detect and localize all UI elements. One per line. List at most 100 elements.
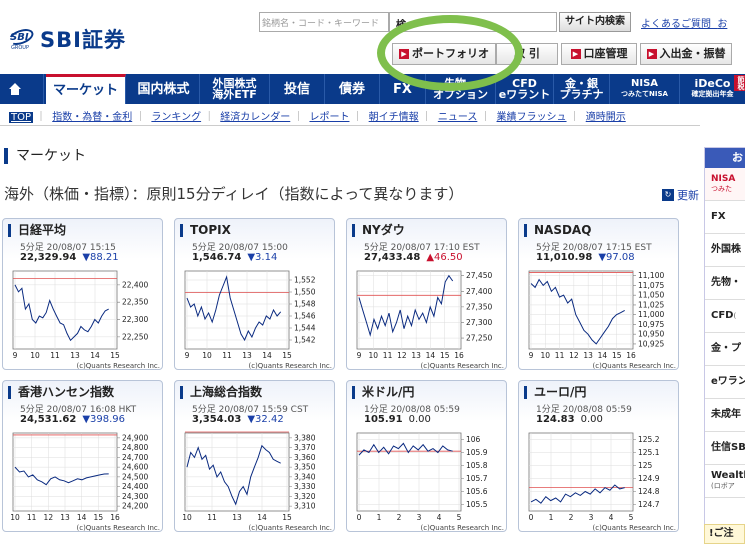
x-tick-label: 1 [377, 513, 382, 522]
nav-funds[interactable]: 投信 [270, 74, 325, 104]
subnav-economic-calendar[interactable]: 経済カレンダー [220, 112, 290, 123]
nav-market[interactable]: マーケット [46, 74, 126, 104]
chart-credit: (c)Quants Research Inc. [592, 524, 676, 531]
chart-card[interactable]: NASDAQ 5分足 20/08/07 17:15 EST 11,010.98 ▼97… [518, 218, 679, 370]
y-tick-label: 124.8 [638, 487, 660, 496]
x-tick-label: 12 [44, 513, 54, 522]
divider [0, 125, 700, 126]
right-item-gold[interactable]: 金・プ [705, 333, 745, 366]
chart-change: ▼97.08 [598, 252, 635, 263]
account-management-button[interactable]: ▶ 口座管理 [561, 43, 637, 65]
chart-card[interactable]: TOPIX 5分足 20/08/07 15:00 1,546.74 ▼3.14 9 10 1… [174, 218, 335, 370]
nav-bonds[interactable]: 債券 [325, 74, 380, 104]
y-tick-label: 24,300 [122, 492, 148, 501]
chart-change: ▲46.50 [426, 252, 463, 263]
x-tick-label: 12 [569, 351, 579, 360]
faq-link[interactable]: よくあるご質問 お [641, 15, 727, 30]
x-tick-label: 16 [110, 513, 120, 522]
y-tick-label: 11,000 [638, 310, 664, 319]
y-tick-label: 3,380 [294, 433, 316, 442]
chart-plot: 0 1 2 3 4 5 105.5 105.6 105.7 105.8 105.9 106 (c)Qua… [356, 432, 504, 531]
y-tick-label: 1,546 [294, 312, 316, 321]
x-tick-label: 15 [282, 513, 292, 522]
chart-card[interactable]: ユーロ/円 1分足 20/08/08 05:59 124.83 0.00 0 1 2 3 4 5 1… [518, 380, 679, 532]
chart-title: 香港ハンセン指数 [8, 386, 114, 399]
chart-card[interactable]: NYダウ 5分足 20/08/07 17:10 EST 27,433.48 ▲46.5… [346, 218, 507, 370]
y-tick-label: 125.1 [638, 448, 660, 457]
subnav-news[interactable]: ニュース [438, 112, 478, 123]
chart-credit: (c)Quants Research Inc. [76, 524, 160, 531]
chart-current-value: 11,010.98 [536, 252, 593, 263]
subnav-earnings-flash[interactable]: 業績フラッシュ [497, 112, 567, 123]
deposit-transfer-button[interactable]: ▶ 入出金・振替 [640, 43, 732, 65]
chart-title: 日経平均 [8, 224, 66, 237]
chart-change: 0.00 [580, 414, 603, 425]
right-item-foreign-stocks[interactable]: 外国株 [705, 234, 745, 267]
x-tick-label: 4 [609, 513, 614, 522]
y-tick-label: 105.6 [466, 487, 488, 496]
right-item-cfd[interactable]: CFD( [705, 300, 745, 333]
chart-credit: (c)Quants Research Inc. [420, 524, 504, 531]
chart-change: ▼88.21 [82, 252, 119, 263]
y-tick-label: 10,950 [638, 330, 664, 339]
x-tick-label: 5 [457, 513, 462, 522]
right-item-nisa[interactable]: NISA つみた [705, 168, 745, 201]
sbi-logo[interactable]: SBI GROUP SBI証券 [6, 24, 126, 54]
right-item-ewarrant[interactable]: eワラン [705, 366, 745, 399]
y-tick-label: 22,250 [122, 332, 148, 341]
subnav-ranking[interactable]: ランキング [151, 112, 201, 123]
y-tick-label: 27,300 [466, 318, 492, 327]
chart-card[interactable]: 香港ハンセン指数 5分足 20/08/07 16:08 HKT 24,531.62 ▼… [2, 380, 163, 532]
chart-card[interactable]: 米ドル/円 1分足 20/08/08 05:59 105.91 0.00 0 1 2 3 4 5 1… [346, 380, 507, 532]
x-tick-label: 11 [27, 513, 37, 522]
subnav-top[interactable]: TOP [9, 112, 34, 123]
x-tick-label: 9 [529, 351, 534, 360]
sub-nav: TOP ｜ 指数・為替・金利｜ ランキング｜ 経済カレンダー｜ レポート｜ 朝イチ… [9, 112, 626, 123]
chart-change: ▼3.14 [247, 252, 278, 263]
subnav-timely-disclosure[interactable]: 適時開示 [586, 112, 626, 123]
x-tick-label: 14 [426, 351, 436, 360]
x-tick-label: 10 [182, 513, 192, 522]
subnav-morning-info[interactable]: 朝イチ情報 [369, 112, 419, 123]
nav-cfd[interactable]: CFD eワラント [496, 74, 554, 104]
y-tick-label: 22,350 [122, 298, 148, 307]
nav-home[interactable] [0, 74, 44, 104]
chart-card[interactable]: 日経平均 5分足 20/08/07 15:15 22,329.94 ▼88.21 9 10… [2, 218, 163, 370]
nav-ideco[interactable]: iDeCo 確定拠出年金 節税 [680, 74, 745, 104]
chart-current-value: 22,329.94 [20, 252, 77, 263]
y-tick-label: 1,548 [294, 300, 316, 309]
search-input[interactable]: 銘柄名・コード・キーワード [259, 12, 389, 32]
x-tick-label: 13 [242, 351, 252, 360]
refresh-button[interactable]: ↻ 更新 [662, 187, 699, 203]
right-item-fx[interactable]: FX [705, 201, 745, 234]
site-search-button[interactable]: サイト内検索 [559, 12, 631, 32]
y-tick-label: 3,330 [294, 482, 316, 491]
y-tick-label: 105.5 [466, 500, 488, 509]
chart-plot: 10 11 12 13 14 15 1624,20024,30024,40024,50024… [10, 432, 160, 531]
right-item-sumishin[interactable]: 住信SB [705, 432, 745, 465]
y-tick-label: 24,700 [122, 453, 148, 462]
x-tick-label: 10 [10, 513, 20, 522]
arrow-icon: ▶ [570, 49, 581, 59]
chart-credit: (c)Quants Research Inc. [248, 362, 332, 369]
nav-domestic-stocks[interactable]: 国内株式 [128, 74, 200, 104]
notice-banner[interactable]: !ご注 [704, 524, 745, 544]
right-item-wealth[interactable]: Wealth(ロボア [705, 465, 745, 498]
y-tick-label: 125.2 [638, 435, 660, 444]
x-tick-label: 11 [207, 513, 217, 522]
chart-title: 上海総合指数 [180, 386, 262, 399]
nav-foreign-stocks[interactable]: 外国株式 海外ETF [200, 74, 270, 104]
chart-current-value: 24,531.62 [20, 414, 77, 425]
right-item-futures[interactable]: 先物・ [705, 267, 745, 300]
plot-frame [528, 432, 634, 512]
chart-card[interactable]: 上海総合指数 5分足 20/08/07 15:59 CST 3,354.03 ▼32.… [174, 380, 335, 532]
x-tick-label: 11 [50, 351, 60, 360]
nav-nisa[interactable]: NISA つみたてNISA [610, 74, 680, 104]
right-item-minor[interactable]: 未成年 [705, 399, 745, 432]
x-tick-label: 3 [417, 513, 422, 522]
nav-precious-metals[interactable]: 金・銀 プラチナ [554, 74, 610, 104]
subnav-indices-fx-rates[interactable]: 指数・為替・金利 [52, 112, 132, 123]
arrow-icon: ▶ [646, 49, 657, 59]
y-tick-label: 3,340 [294, 472, 316, 481]
subnav-report[interactable]: レポート [309, 112, 349, 123]
